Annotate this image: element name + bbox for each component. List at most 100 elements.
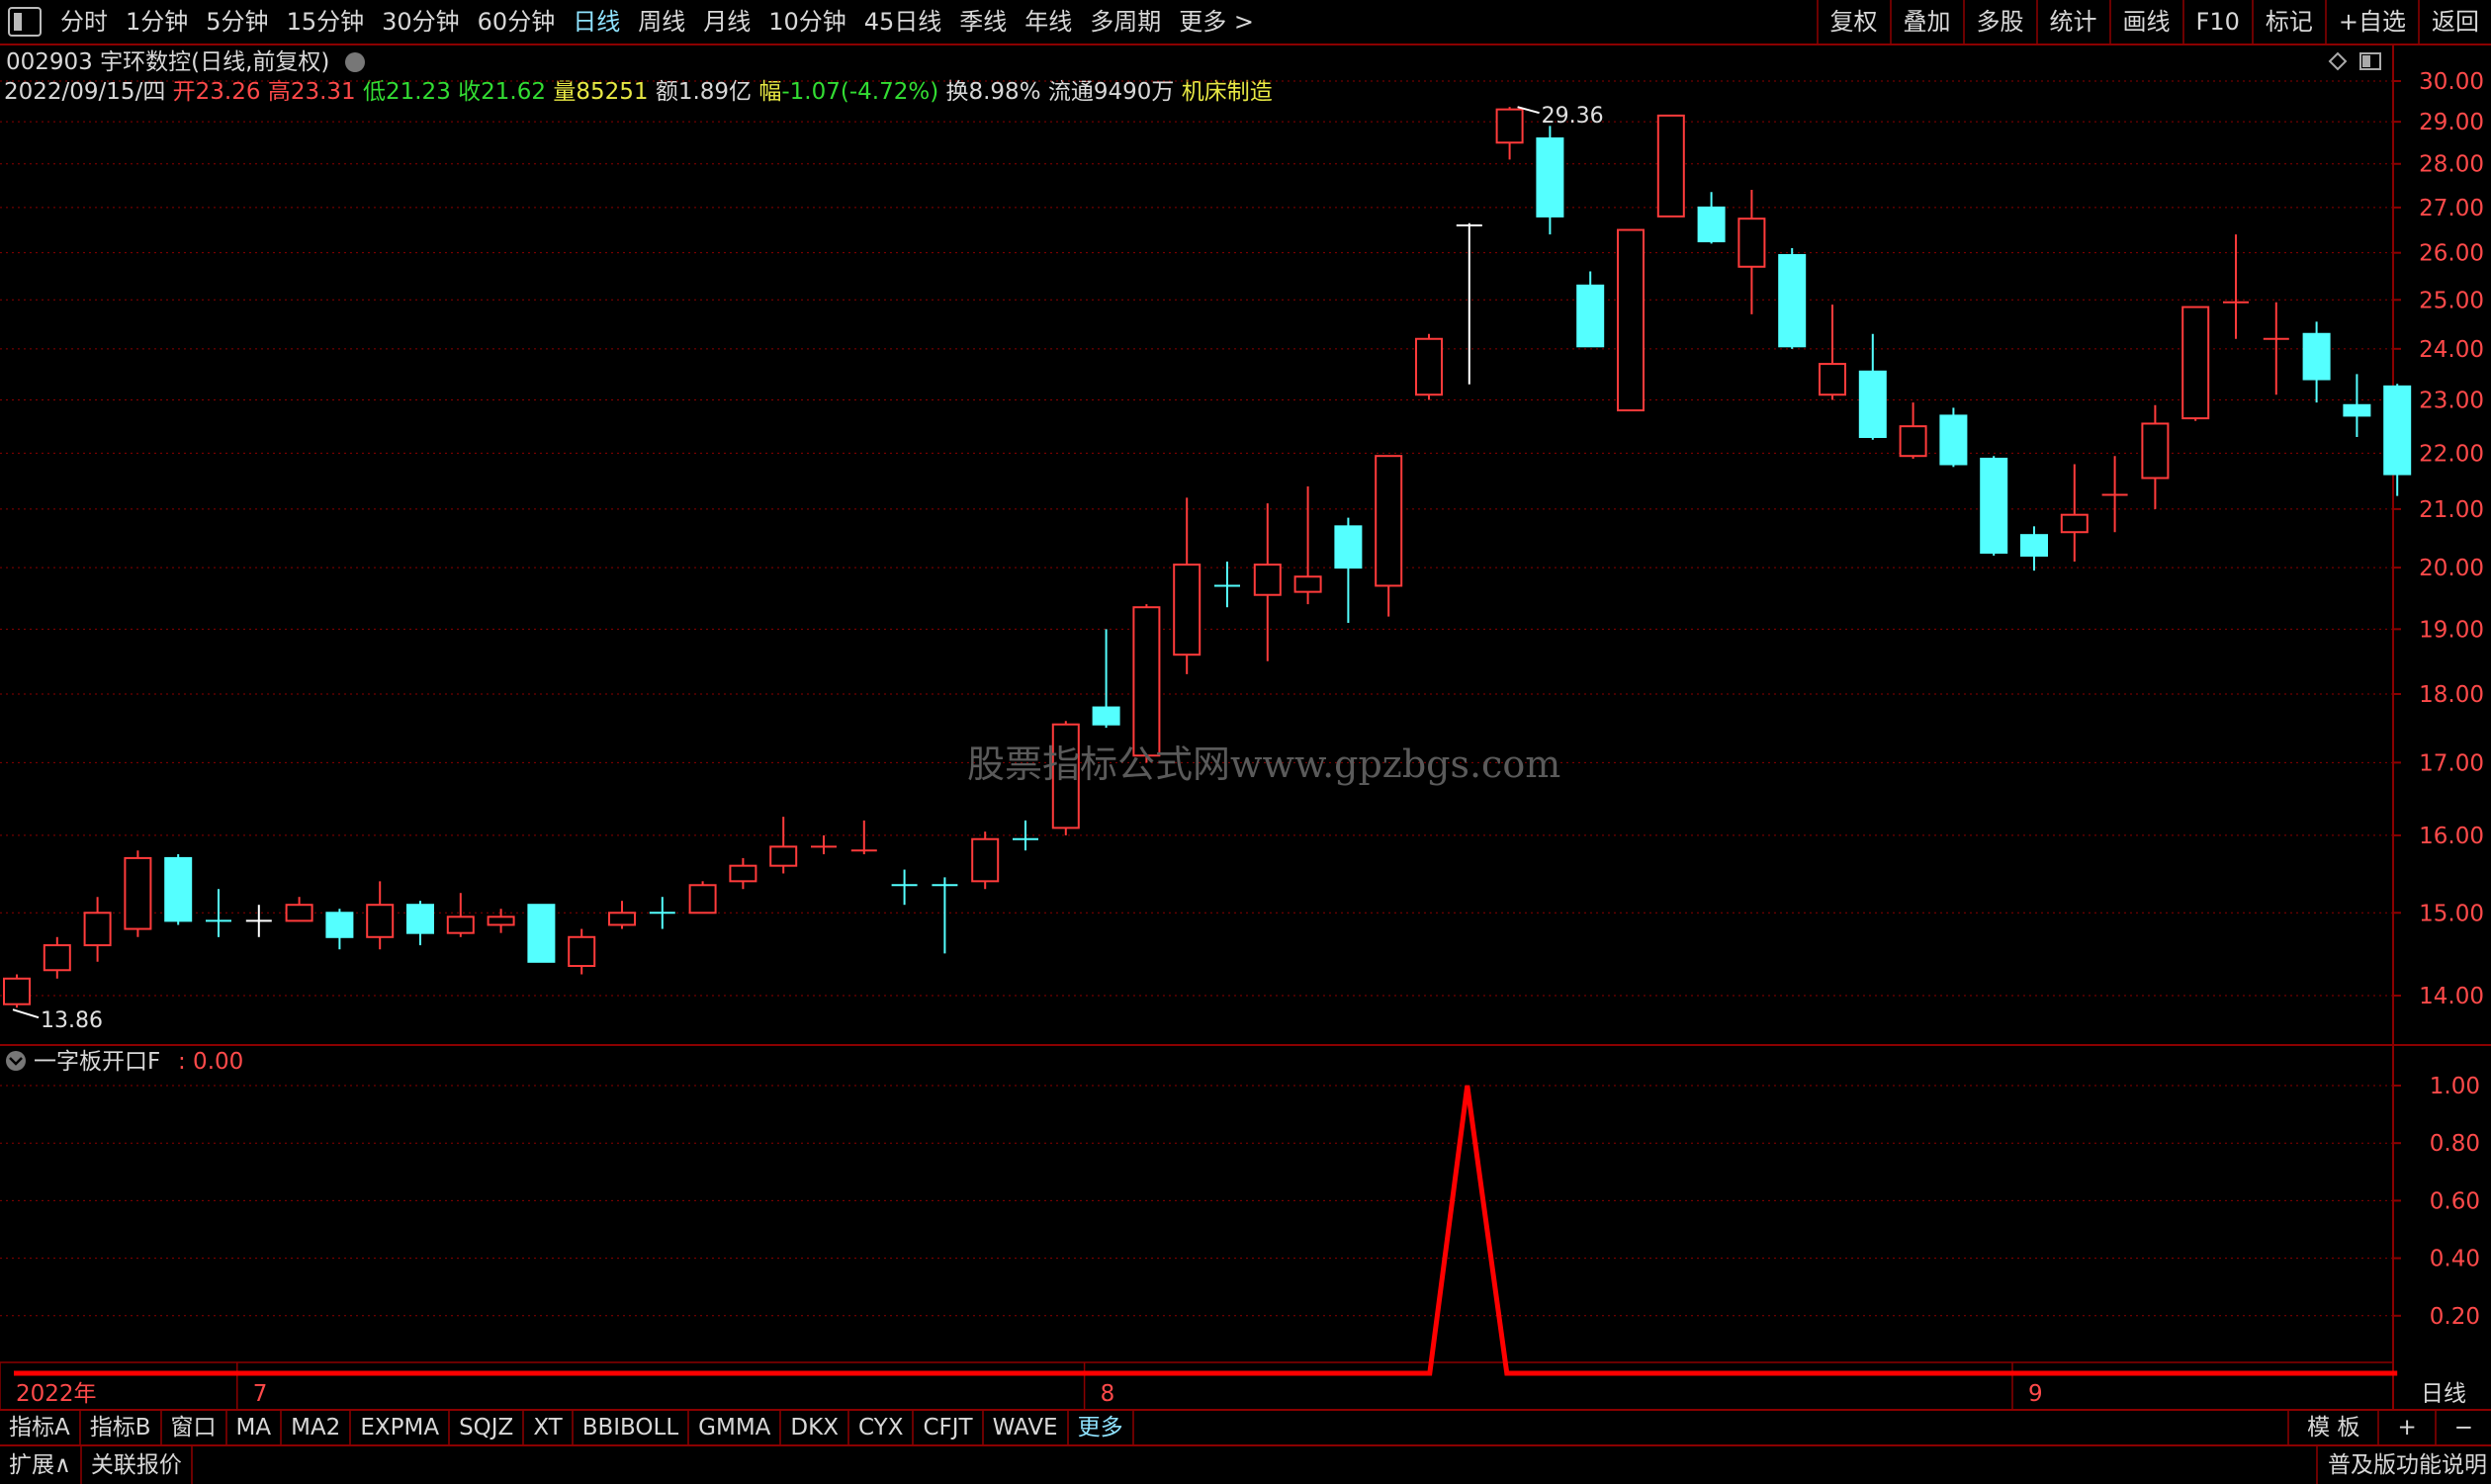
indicator-tab[interactable]: CYX <box>849 1411 915 1444</box>
indicator-tab[interactable]: MA2 <box>282 1411 352 1444</box>
candle <box>124 850 152 937</box>
indicator-tab[interactable]: GMMA <box>689 1411 782 1444</box>
toolbar-button[interactable]: 多股 <box>1962 0 2036 44</box>
indicator-tick-label: 0.60 <box>2430 1188 2480 1214</box>
price-tick-label: 24.00 <box>2419 337 2484 363</box>
candle <box>568 928 596 975</box>
price-tick-label: 28.00 <box>2419 152 2484 178</box>
price-tick-label: 15.00 <box>2419 901 2484 926</box>
add-indicator-button[interactable]: + <box>2377 1411 2434 1444</box>
candle <box>1819 305 1846 400</box>
candle-body <box>1697 206 1726 243</box>
toolbar-button[interactable]: 标记 <box>2251 0 2325 44</box>
toolbar-button[interactable]: 返回 <box>2418 0 2491 44</box>
candle <box>1656 114 1685 218</box>
indicator-tab[interactable]: EXPMA <box>351 1411 451 1444</box>
candle <box>2343 374 2371 437</box>
period-tab[interactable]: 60分钟 <box>469 0 565 44</box>
indicator-tab[interactable]: MA <box>227 1411 283 1444</box>
template-button[interactable]: 模 板 <box>2287 1411 2377 1444</box>
candle <box>2101 456 2128 533</box>
period-tab[interactable]: 季线 <box>950 0 1016 44</box>
indicator-tick-label: 1.00 <box>2430 1074 2480 1099</box>
indicator-tab[interactable]: 窗口 <box>162 1411 227 1444</box>
candle <box>932 877 958 954</box>
candle <box>1293 485 1322 605</box>
price-tick-label: 16.00 <box>2419 824 2484 849</box>
period-tab[interactable]: 日线 <box>564 0 629 44</box>
related-quote-button[interactable]: 关联报价 <box>82 1446 193 1484</box>
toolbar-button[interactable]: +自选 <box>2324 0 2418 44</box>
period-tab[interactable]: 多周期 <box>1081 0 1170 44</box>
price-tick-label: 26.00 <box>2419 241 2484 267</box>
candle-body <box>446 916 475 934</box>
price-tick-label: 18.00 <box>2419 682 2484 708</box>
expand-button[interactable]: 扩展∧ <box>0 1446 82 1484</box>
indicator-tab[interactable]: WAVE <box>984 1411 1069 1444</box>
high-marker-label: 29.36 <box>1542 104 1604 129</box>
edition-info-link[interactable]: 普及版功能说明 <box>2316 1446 2491 1484</box>
candle <box>2223 234 2249 339</box>
candle-body <box>1576 284 1605 348</box>
candle <box>1980 456 2008 557</box>
kline-chart-area[interactable]: 30.00 29.00 28.00 27.00 26.00 25.00 24.00 23.00… <box>0 45 2491 1409</box>
candle <box>406 901 434 946</box>
candle <box>43 936 71 979</box>
candle-body <box>1656 114 1685 218</box>
candle-body <box>1173 564 1201 656</box>
indicator-tab[interactable]: CFJT <box>914 1411 984 1444</box>
indicator-value: : 0.00 <box>178 1049 243 1075</box>
period-tab[interactable]: 45日线 <box>855 0 951 44</box>
candle <box>2141 404 2170 509</box>
candle <box>3 974 31 1008</box>
indicator-tab[interactable]: DKX <box>781 1411 849 1444</box>
candle-body <box>1778 254 1807 348</box>
candle <box>1617 228 1645 412</box>
toolbar-button[interactable]: 统计 <box>2035 0 2109 44</box>
candle <box>1858 333 1887 440</box>
period-tab[interactable]: 月线 <box>694 0 759 44</box>
candle-body <box>406 904 434 934</box>
period-tab[interactable]: 周线 <box>629 0 694 44</box>
candle-body <box>285 904 313 922</box>
window-icon-fill <box>2362 55 2370 67</box>
candle <box>2020 526 2048 571</box>
price-tick-label: 17.00 <box>2419 750 2484 776</box>
period-tab[interactable]: 10分钟 <box>759 0 855 44</box>
candle <box>1334 517 1363 623</box>
period-tab[interactable]: 年线 <box>1016 0 1081 44</box>
toolbar-button[interactable]: 复权 <box>1816 0 1890 44</box>
indicator-tab[interactable]: 更多 <box>1069 1411 1134 1444</box>
period-tab[interactable]: 1分钟 <box>117 0 197 44</box>
candle <box>1092 629 1120 729</box>
period-tab[interactable]: 5分钟 <box>197 0 277 44</box>
period-tab[interactable]: 15分钟 <box>278 0 374 44</box>
time-tick-label: 2022年 <box>16 1381 97 1407</box>
candle <box>811 834 837 855</box>
indicator-tab[interactable]: 指标A <box>0 1411 81 1444</box>
candle <box>83 897 112 962</box>
indicator-tab[interactable]: 指标B <box>81 1411 162 1444</box>
indicator-tab[interactable]: SQJZ <box>450 1411 525 1444</box>
candle <box>245 905 272 937</box>
period-tab[interactable]: 30分钟 <box>373 0 469 44</box>
candle <box>1456 222 1482 385</box>
indicator-tab[interactable]: BBIBOLL <box>574 1411 690 1444</box>
remove-indicator-button[interactable]: − <box>2434 1411 2491 1444</box>
indicator-tab[interactable]: XT <box>524 1411 574 1444</box>
candle-body <box>1939 414 1968 466</box>
toolbar-button[interactable]: 画线 <box>2108 0 2182 44</box>
candle <box>649 897 675 929</box>
period-tab[interactable]: 更多 > <box>1170 0 1263 44</box>
toolbar-button[interactable]: F10 <box>2181 0 2252 44</box>
price-tick-label: 29.00 <box>2419 110 2484 135</box>
candle-body <box>1819 363 1846 396</box>
period-toolbar: 分时 1分钟 5分钟 15分钟 30分钟 60分钟 日线 周线 月线 10分钟 45日线 季线 年线 多周… <box>0 0 2491 45</box>
toolbar-button[interactable]: 叠加 <box>1889 0 1963 44</box>
price-tick-label: 19.00 <box>2419 617 2484 643</box>
low-marker-arrow <box>12 1008 40 1019</box>
indicator-tick-label: 0.20 <box>2430 1304 2480 1330</box>
period-tab[interactable]: 分时 <box>51 0 117 44</box>
candle <box>608 901 636 929</box>
menu-toggle-icon[interactable] <box>8 7 42 37</box>
